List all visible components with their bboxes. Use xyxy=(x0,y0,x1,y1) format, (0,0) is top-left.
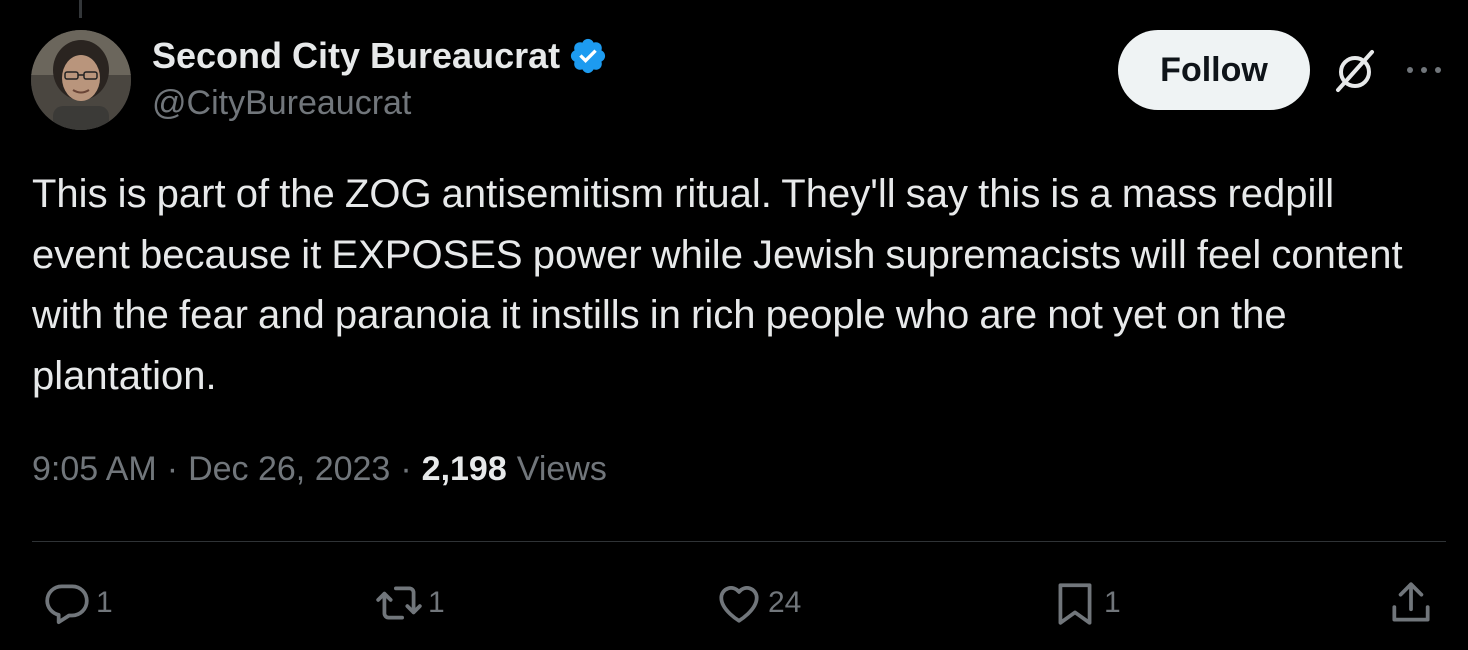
divider xyxy=(32,541,1446,542)
reply-count: 1 xyxy=(96,586,113,619)
display-name[interactable]: Second City Bureaucrat xyxy=(152,35,560,77)
reply-icon xyxy=(45,584,89,625)
bookmark-count: 1 xyxy=(1104,586,1121,619)
meta-separator: · xyxy=(166,450,179,488)
retweet-count: 1 xyxy=(428,586,445,619)
like-button[interactable]: 24 xyxy=(714,578,801,628)
meta-separator: · xyxy=(400,450,412,488)
tweet-time[interactable]: 9:05 AM xyxy=(32,450,157,489)
share-icon xyxy=(1392,582,1430,622)
grok-icon[interactable] xyxy=(1330,46,1380,96)
user-handle[interactable]: @CityBureaucrat xyxy=(152,84,411,123)
share-button[interactable] xyxy=(1386,578,1436,628)
bookmark-button[interactable]: 1 xyxy=(1050,578,1121,628)
reply-button[interactable]: 1 xyxy=(42,578,113,628)
tweet-metadata: 9:05 AM · Dec 26, 2023 · 2,198 Views xyxy=(32,450,607,489)
avatar[interactable] xyxy=(31,30,131,130)
bookmark-icon xyxy=(1058,583,1092,625)
more-options-icon[interactable] xyxy=(1402,58,1446,82)
thread-connector-line xyxy=(79,0,82,18)
tweet-text: This is part of the ZOG antisemitism rit… xyxy=(32,172,1403,398)
follow-button[interactable]: Follow xyxy=(1118,30,1310,110)
avatar-image xyxy=(31,30,131,130)
retweet-icon xyxy=(376,586,422,620)
views-count: 2,198 xyxy=(421,450,507,488)
tweet-date[interactable]: Dec 26, 2023 xyxy=(188,450,390,489)
verified-badge-icon[interactable] xyxy=(568,36,608,76)
views-label: Views xyxy=(516,450,607,488)
heart-icon xyxy=(719,586,759,623)
like-count: 24 xyxy=(768,586,802,619)
author-name-row: Second City Bureaucrat xyxy=(152,32,608,80)
retweet-button[interactable]: 1 xyxy=(374,578,445,628)
